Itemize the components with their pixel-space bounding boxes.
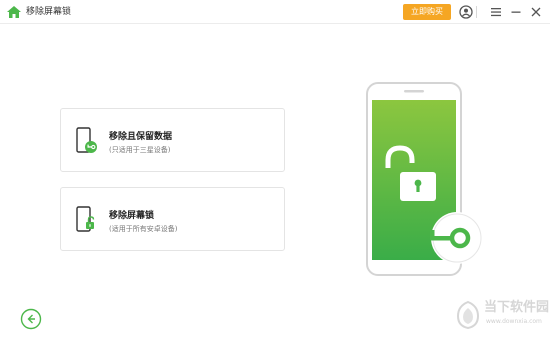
- buy-now-button[interactable]: 立即购买: [403, 4, 451, 20]
- option-remove-keep-data[interactable]: 移除且保留数据 (只适用于三星设备): [60, 108, 285, 172]
- minimize-icon[interactable]: [508, 4, 524, 20]
- account-icon[interactable]: [458, 4, 474, 20]
- phone-unlock-icon: [76, 206, 95, 232]
- menu-icon[interactable]: [488, 4, 504, 20]
- option-subtitle: (只适用于三星设备): [109, 146, 171, 154]
- phone-illustration: [366, 82, 483, 276]
- option-title: 移除屏幕锁: [109, 211, 155, 221]
- back-arrow-icon[interactable]: [20, 308, 42, 330]
- option-subtitle: (适用于所有安卓设备): [109, 225, 178, 233]
- home-icon[interactable]: [6, 4, 22, 20]
- titlebar-divider: [476, 6, 477, 18]
- option-title: 移除且保留数据: [109, 132, 173, 142]
- watermark-url: www.downxia.com: [486, 318, 542, 325]
- app-title: 移除屏幕锁: [26, 7, 72, 17]
- watermark-text: 当下软件园: [484, 300, 550, 315]
- watermark: 当下软件园 www.downxia.com: [454, 296, 549, 336]
- option-remove-screen-lock[interactable]: 移除屏幕锁 (适用于所有安卓设备): [60, 187, 285, 251]
- watermark-logo: [456, 300, 480, 330]
- phone-key-icon: [76, 127, 97, 153]
- title-bar: 移除屏幕锁 立即购买: [0, 0, 550, 24]
- close-icon[interactable]: [528, 4, 544, 20]
